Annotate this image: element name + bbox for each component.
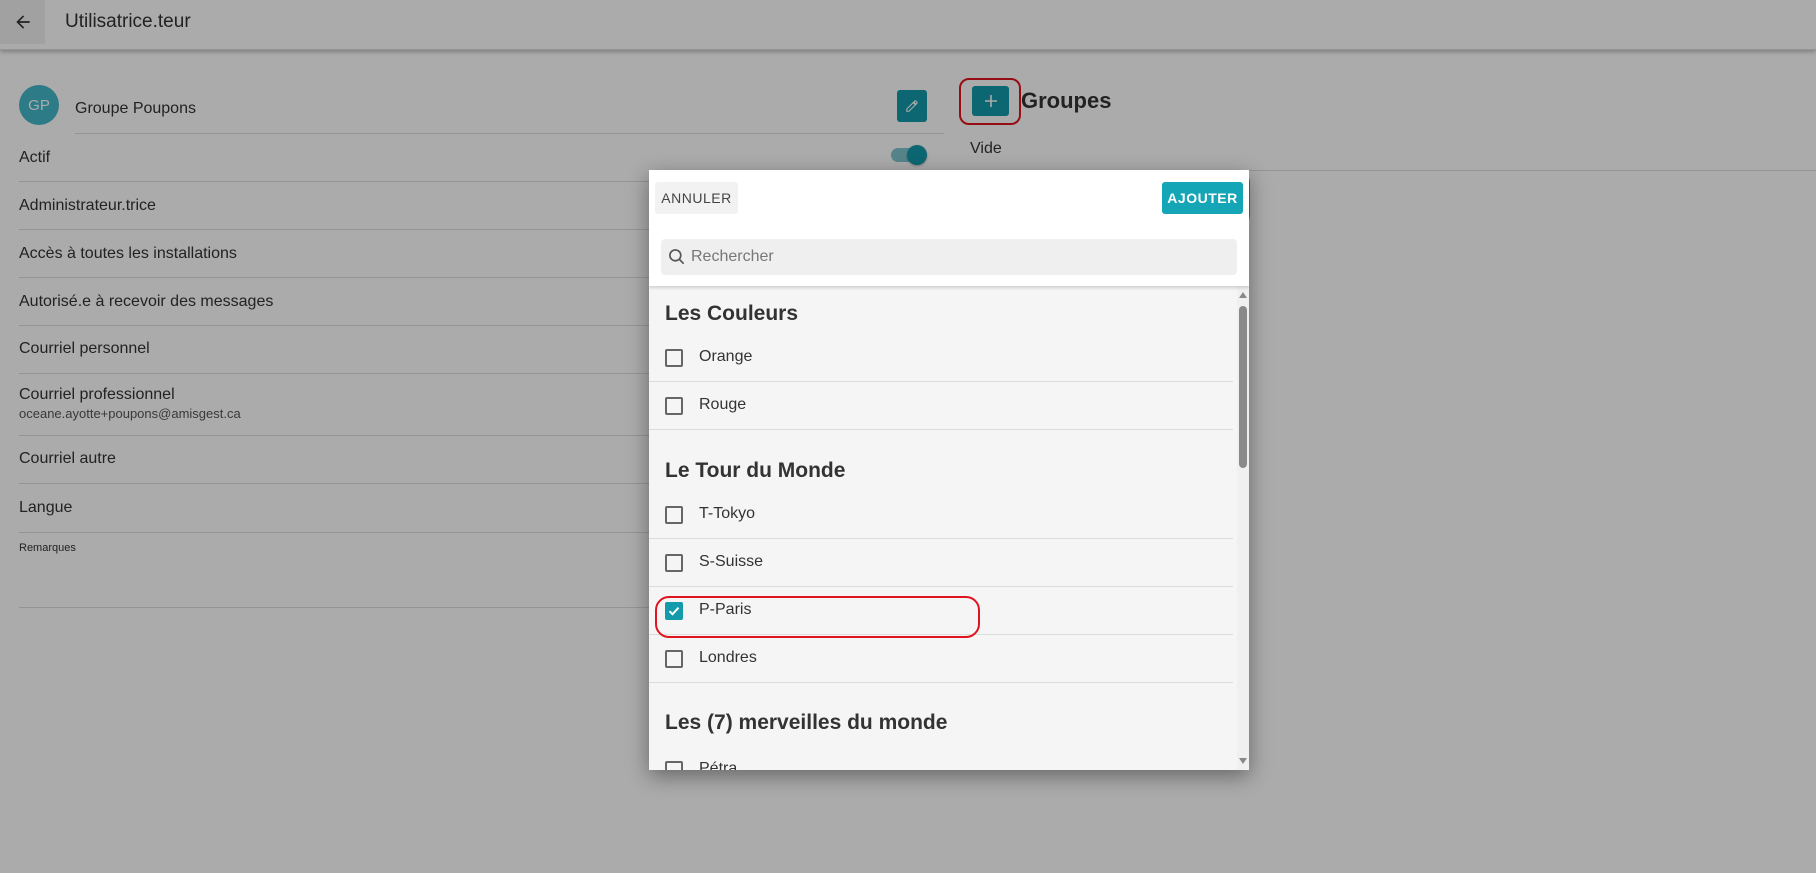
search-input[interactable]: Rechercher bbox=[661, 239, 1237, 275]
group-select-dialog: ANNULER AJOUTER Rechercher Les Couleurs … bbox=[649, 170, 1249, 770]
checkbox[interactable] bbox=[665, 650, 683, 668]
checkbox[interactable] bbox=[665, 761, 683, 770]
scroll-up-arrow[interactable] bbox=[1239, 292, 1247, 298]
item-label: S-Suisse bbox=[699, 553, 764, 570]
item-label: Pétra bbox=[699, 760, 738, 770]
scrollbar[interactable] bbox=[1237, 286, 1249, 770]
annotation-highlight bbox=[655, 596, 980, 638]
dialog-header: ANNULER AJOUTER Rechercher bbox=[649, 170, 1249, 286]
search-icon bbox=[669, 249, 685, 265]
item-label: Orange bbox=[699, 348, 753, 365]
section-title: Les (7) merveilles du monde bbox=[665, 711, 948, 734]
cancel-button[interactable]: ANNULER bbox=[655, 182, 738, 214]
checkbox[interactable] bbox=[665, 554, 683, 572]
section-title: Les Couleurs bbox=[665, 302, 799, 325]
search-placeholder: Rechercher bbox=[691, 248, 774, 265]
scroll-thumb[interactable] bbox=[1239, 306, 1247, 468]
item-label: Londres bbox=[699, 649, 757, 666]
list-item[interactable]: Pétra bbox=[649, 746, 1233, 770]
checkbox[interactable] bbox=[665, 349, 683, 367]
list-item[interactable]: Rouge bbox=[649, 382, 1233, 430]
scroll-down-arrow[interactable] bbox=[1239, 758, 1247, 764]
group-list: Les Couleurs Orange Rouge Le Tour du Mon… bbox=[649, 286, 1237, 770]
checkbox[interactable] bbox=[665, 397, 683, 415]
checkbox[interactable] bbox=[665, 506, 683, 524]
add-button[interactable]: AJOUTER bbox=[1162, 182, 1243, 214]
section-title: Le Tour du Monde bbox=[665, 459, 846, 482]
list-item[interactable]: T-Tokyo bbox=[649, 491, 1233, 539]
list-item[interactable]: Londres bbox=[649, 635, 1233, 683]
item-label: Rouge bbox=[699, 396, 747, 413]
list-item[interactable]: S-Suisse bbox=[649, 539, 1233, 587]
item-label: T-Tokyo bbox=[699, 505, 756, 522]
list-item[interactable]: Orange bbox=[649, 334, 1233, 382]
